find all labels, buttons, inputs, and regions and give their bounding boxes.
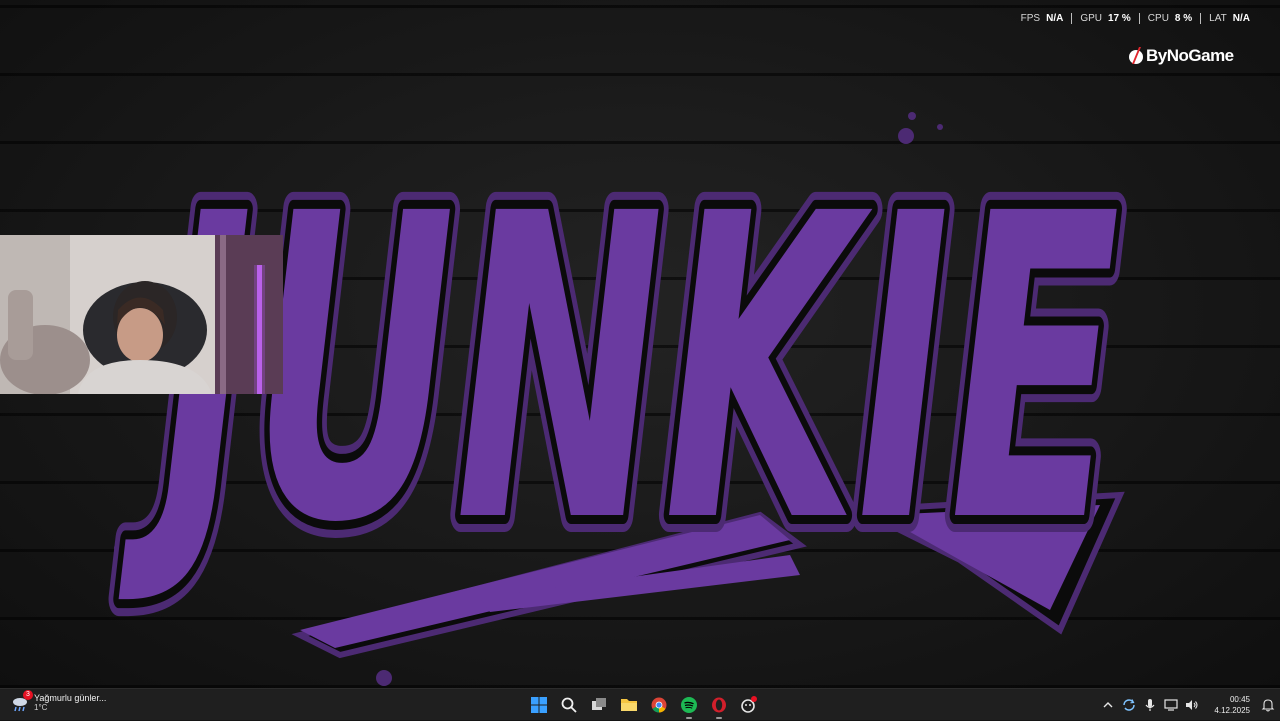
bynogame-mark-icon [1129,47,1143,64]
clock[interactable]: 00:45 4.12.2025 [1206,694,1250,716]
spotify-button[interactable] [674,689,704,721]
fps-label: FPS [1020,12,1041,24]
task-view-icon [592,698,606,710]
system-tray: 00:45 4.12.2025 [1097,689,1280,721]
file-explorer-button[interactable] [614,689,644,721]
app-button[interactable] [734,689,764,721]
microphone-icon[interactable] [1139,689,1160,721]
opera-button[interactable] [704,689,734,721]
latency-label: LAT [1209,12,1227,24]
chrome-button[interactable] [644,689,674,721]
chevron-up-icon[interactable] [1097,689,1118,721]
cpu-label: CPU [1147,12,1169,24]
spotify-icon [681,697,697,713]
webcam-feed [0,235,283,394]
weather-title: Yağmurlu günler... [34,693,107,703]
latency-value: N/A [1232,12,1250,24]
chrome-icon [651,697,667,713]
weather-badge: 3 [23,690,33,700]
notification-bell-icon[interactable] [1256,689,1280,721]
clock-time: 00:45 [1229,695,1250,704]
clock-date: 4.12.2025 [1214,706,1250,715]
start-button[interactable] [524,689,554,721]
gpu-value: 17 % [1108,12,1131,24]
cpu-stat: CPU 8 % [1138,12,1200,24]
gpu-label: GPU [1080,12,1102,24]
bynogame-logo: ByNoGame [1128,46,1234,66]
taskbar: 3 Yağmurlu günler... 1°C 00:45 4.12.2025 [0,688,1280,720]
fps-value: N/A [1046,12,1064,24]
gpu-stat: GPU 17 % [1071,12,1138,24]
opera-icon [712,697,726,713]
weather-temperature: 1°C [34,703,48,712]
sync-icon[interactable] [1118,689,1139,721]
task-view-button[interactable] [584,689,614,721]
cloud-rain-icon: 3 [10,690,33,713]
app-icon [741,696,757,713]
cpu-value: 8 % [1174,12,1193,24]
search-button[interactable] [554,689,584,721]
folder-icon [621,699,637,711]
latency-stat: LAT N/A [1200,12,1258,24]
webcam-overlay [0,235,283,394]
display-icon[interactable] [1160,689,1181,721]
speaker-icon[interactable] [1181,689,1202,721]
weather-widget[interactable]: 3 Yağmurlu günler... 1°C [10,690,107,713]
performance-overlay: FPS N/A GPU 17 % CPU 8 % LAT N/A [1013,11,1258,25]
search-icon [561,697,577,713]
fps-stat: FPS N/A [1013,13,1072,24]
taskbar-apps [524,689,764,721]
brand-name: ByNoGame [1146,46,1234,65]
windows-icon [531,697,547,713]
